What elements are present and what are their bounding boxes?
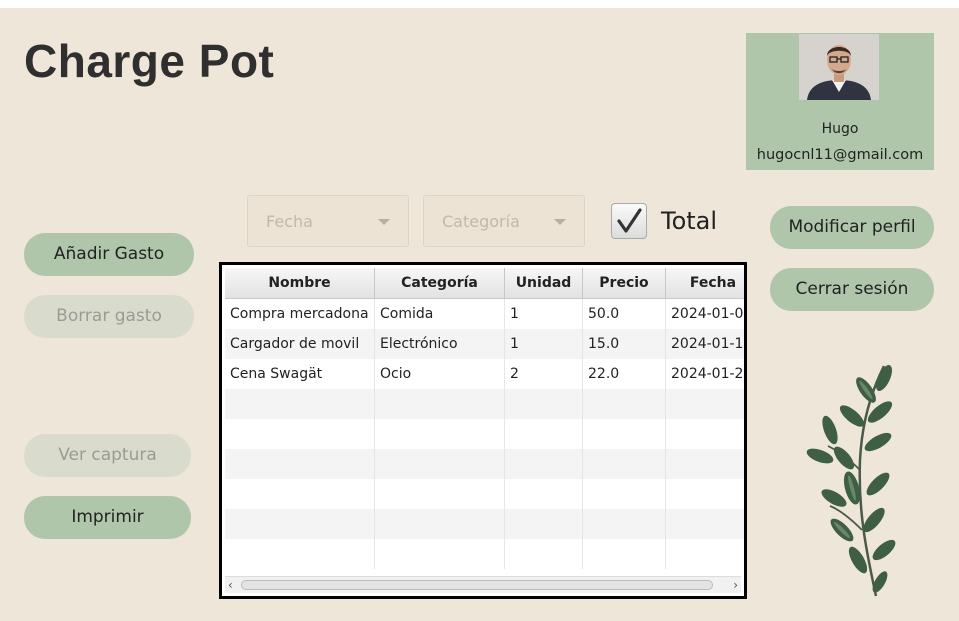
table-row[interactable]: [225, 509, 744, 539]
column-header[interactable]: Fecha: [666, 268, 744, 298]
table-cell: 1: [505, 329, 583, 359]
table-cell: Comida: [375, 299, 505, 329]
check-mark-icon: [617, 208, 642, 233]
expenses-table[interactable]: Nombre Categoría Unidad Precio Fecha Compra …: [219, 262, 747, 599]
table-cell: [666, 449, 744, 479]
table-row[interactable]: [225, 419, 744, 449]
table-cell: [375, 389, 505, 419]
print-button[interactable]: Imprimir: [24, 496, 191, 539]
table-row[interactable]: Compra mercadona Comida 1 50.0 2024-01-09: [225, 299, 744, 329]
table-cell: [666, 389, 744, 419]
profile-card: Hugo hugocnl11@gmail.com: [746, 33, 934, 170]
table-cell: [583, 539, 666, 569]
table-cell: Cena Swagät: [225, 359, 375, 389]
table-cell: [225, 419, 375, 449]
table-cell: Compra mercadona: [225, 299, 375, 329]
table-cell: [505, 419, 583, 449]
scrollbar-thumb[interactable]: [241, 580, 713, 590]
horizontal-scrollbar[interactable]: ‹ ›: [225, 576, 741, 593]
table-cell: 2024-01-27: [666, 359, 744, 389]
column-header[interactable]: Categoría: [375, 268, 505, 298]
table-cell: [505, 479, 583, 509]
scroll-left-icon[interactable]: ‹: [228, 578, 233, 592]
category-filter-placeholder: Categoría: [442, 212, 520, 231]
table-cell: 22.0: [583, 359, 666, 389]
profile-email: hugocnl11@gmail.com: [756, 147, 924, 163]
table-cell: [375, 449, 505, 479]
table-cell: 2024-01-12: [666, 329, 744, 359]
table-cell: [225, 479, 375, 509]
scroll-right-icon[interactable]: ›: [733, 578, 738, 592]
delete-expense-button[interactable]: Borrar gasto: [24, 295, 194, 338]
table-cell: [583, 449, 666, 479]
table-cell: [375, 479, 505, 509]
table-cell: [375, 509, 505, 539]
avatar: [799, 34, 879, 100]
total-checkbox[interactable]: [611, 203, 647, 239]
table-row[interactable]: [225, 449, 744, 479]
table-cell: [666, 539, 744, 569]
total-label: Total: [661, 207, 718, 235]
table-cell: [583, 479, 666, 509]
logout-button[interactable]: Cerrar sesión: [770, 268, 934, 311]
table-cell: 50.0: [583, 299, 666, 329]
table-cell: [505, 539, 583, 569]
table-cell: [225, 539, 375, 569]
table-cell: 2024-01-09: [666, 299, 744, 329]
column-header[interactable]: Nombre: [225, 268, 375, 298]
profile-name: Hugo: [821, 121, 859, 137]
column-header[interactable]: Unidad: [505, 268, 583, 298]
view-receipt-button[interactable]: Ver captura: [24, 434, 191, 477]
table-cell: [583, 509, 666, 539]
table-cell: Ocio: [375, 359, 505, 389]
table-row[interactable]: [225, 389, 744, 419]
table-cell: [666, 509, 744, 539]
table-row[interactable]: Cena Swagät Ocio 2 22.0 2024-01-27: [225, 359, 744, 389]
table-cell: [583, 419, 666, 449]
table-cell: 15.0: [583, 329, 666, 359]
table-cell: [375, 419, 505, 449]
table-cell: [505, 449, 583, 479]
leaf-branch-icon: [806, 365, 896, 597]
table-cell: Electrónico: [375, 329, 505, 359]
chevron-down-icon: [554, 219, 566, 225]
column-header[interactable]: Precio: [583, 268, 666, 298]
chevron-down-icon: [378, 219, 390, 225]
table-row[interactable]: Cargador de movil Electrónico 1 15.0 2024-01…: [225, 329, 744, 359]
window-top-strip: [0, 0, 959, 8]
table-cell: Cargador de movil: [225, 329, 375, 359]
table-cell: [225, 509, 375, 539]
table-cell: 2: [505, 359, 583, 389]
table-cell: [375, 539, 505, 569]
edit-profile-button[interactable]: Modificar perfil: [770, 206, 934, 249]
table-cell: [225, 449, 375, 479]
add-expense-button[interactable]: Añadir Gasto: [24, 233, 194, 276]
date-filter-placeholder: Fecha: [266, 212, 313, 231]
table-cell: [583, 389, 666, 419]
table-row[interactable]: [225, 539, 744, 569]
app-title: Charge Pot: [24, 35, 275, 87]
table-cell: [666, 419, 744, 449]
table-header: Nombre Categoría Unidad Precio Fecha: [225, 268, 744, 299]
table-cell: [505, 509, 583, 539]
table-cell: 1: [505, 299, 583, 329]
table-cell: [666, 479, 744, 509]
table-row[interactable]: [225, 479, 744, 509]
table-cell: [505, 389, 583, 419]
category-filter-select[interactable]: Categoría: [423, 195, 585, 247]
date-filter-select[interactable]: Fecha: [247, 195, 409, 247]
table-cell: [225, 389, 375, 419]
